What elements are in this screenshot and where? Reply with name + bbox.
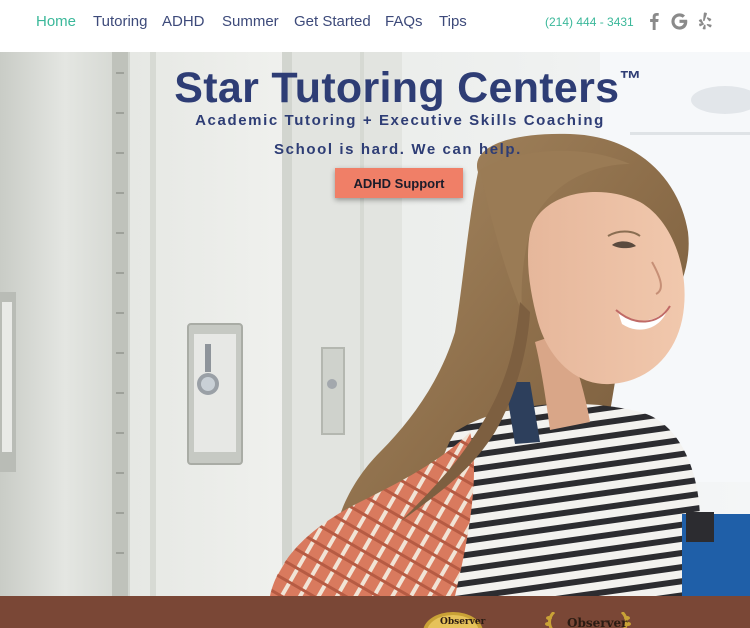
hero-tagline: School is hard. We can help. [274,141,522,158]
award-1-label: Observer [440,617,486,627]
hero-subtitle: Academic Tutoring + Executive Skills Coa… [195,112,605,129]
nav-item-adhd[interactable]: ADHD [162,13,205,30]
google-icon[interactable] [669,11,689,31]
nav-item-summer[interactable]: Summer [222,13,279,30]
nav-item-home[interactable]: Home [36,13,76,30]
facebook-icon[interactable] [644,11,664,31]
nav-item-faqs[interactable]: FAQs [385,13,423,30]
hero-section: Star Tutoring Centers™ Academic Tutoring… [0,52,750,596]
top-navigation: Home Tutoring ADHD Summer Get Started FA… [0,0,750,52]
student-at-lockers-photo [0,52,750,596]
nav-item-tutoring[interactable]: Tutoring [93,13,147,30]
award-2-label: Observer [567,616,628,628]
hero-title: Star Tutoring Centers™ [174,64,642,112]
trademark-symbol: ™ [619,66,642,91]
awards-band: Observer Observer [0,596,750,628]
phone-number[interactable]: (214) 444 - 3431 [545,15,634,29]
yelp-icon[interactable] [695,11,715,31]
nav-item-get-started[interactable]: Get Started [294,13,371,30]
nav-item-tips[interactable]: Tips [439,13,467,30]
adhd-support-button[interactable]: ADHD Support [335,168,463,198]
